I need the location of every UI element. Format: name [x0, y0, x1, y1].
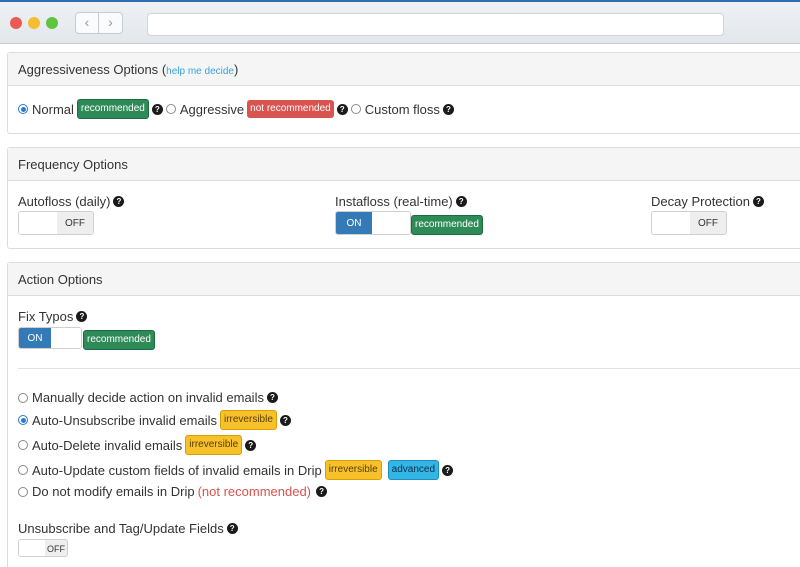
recommended-badge: recommended — [411, 215, 483, 235]
action-option-auto-update[interactable]: Auto-Update custom fields of invalid ema… — [18, 460, 454, 480]
action-option-auto-delete[interactable]: Auto-Delete invalid emails irreversible … — [18, 435, 257, 455]
irreversible-badge: irreversible — [324, 460, 382, 480]
maximize-window-button[interactable] — [46, 17, 58, 29]
toggle-off-label: OFF — [690, 212, 726, 234]
instafloss-toggle[interactable]: ON — [335, 211, 411, 235]
radio-button[interactable] — [18, 440, 28, 450]
help-icon[interactable]: ? — [151, 103, 163, 115]
panel-title: Frequency Options — [18, 157, 128, 172]
back-arrow-icon[interactable]: ‹ — [75, 12, 99, 34]
panel-title: Aggressiveness Options — [18, 62, 159, 77]
radio-button[interactable] — [18, 486, 28, 497]
toggle-on-label: ON — [19, 328, 51, 348]
action-option-do-not-modify[interactable]: Do not modify emails in Drip (not recomm… — [18, 484, 328, 499]
not-recommended-badge: not recommended — [247, 100, 334, 118]
aggressiveness-option-normal[interactable]: Normal recommended ? Aggressive not reco… — [18, 99, 454, 119]
recommended-badge: recommended — [76, 99, 149, 119]
toggle-off-label: OFF — [45, 540, 67, 556]
toggle-off-label: OFF — [57, 212, 93, 234]
help-icon[interactable]: ? — [266, 392, 278, 403]
unsubscribe-tag-label: Unsubscribe and Tag/Update Fields ? — [18, 521, 238, 536]
help-icon[interactable]: ? — [76, 311, 88, 322]
close-window-button[interactable] — [10, 17, 22, 29]
help-icon[interactable]: ? — [113, 196, 125, 207]
help-icon[interactable]: ? — [442, 103, 454, 115]
help-icon[interactable]: ? — [245, 439, 257, 451]
section-divider — [18, 368, 800, 369]
minimize-window-button[interactable] — [28, 17, 40, 29]
help-icon[interactable]: ? — [753, 196, 764, 207]
recommended-badge: recommended — [83, 330, 155, 350]
advanced-badge: advanced — [387, 460, 440, 480]
radio-button[interactable] — [18, 415, 28, 425]
radio-button[interactable] — [18, 465, 28, 475]
irreversible-badge: irreversible — [219, 410, 277, 430]
panel-title: Action Options — [18, 272, 103, 287]
not-recommended-note: (not recommended) — [197, 484, 312, 499]
help-icon[interactable]: ? — [279, 414, 291, 426]
unsubscribe-tag-toggle[interactable]: OFF — [18, 539, 68, 557]
forward-arrow-icon[interactable]: › — [99, 12, 123, 34]
instafloss-label: Instafloss (real-time) ? — [335, 194, 467, 209]
decay-protection-label: Decay Protection ? — [651, 194, 764, 209]
irreversible-badge: irreversible — [185, 435, 243, 455]
help-icon[interactable]: ? — [336, 103, 348, 115]
radio-button[interactable] — [18, 392, 28, 403]
frequency-panel-header: Frequency Options — [8, 148, 800, 181]
help-icon[interactable]: ? — [442, 464, 454, 476]
help-icon[interactable]: ? — [226, 523, 238, 534]
browser-toolbar: ‹ › — [0, 0, 800, 44]
help-icon[interactable]: ? — [455, 196, 467, 207]
decay-protection-toggle[interactable]: OFF — [651, 211, 727, 235]
radio-button[interactable] — [165, 104, 176, 114]
action-panel-header: Action Options — [8, 263, 800, 296]
action-option-auto-unsubscribe[interactable]: Auto-Unsubscribe invalid emails irrevers… — [18, 410, 291, 430]
fix-typos-toggle[interactable]: ON — [18, 327, 82, 349]
frequency-panel: Frequency Options Autofloss (daily) ? OF… — [7, 147, 800, 249]
toggle-on-label: ON — [336, 212, 372, 234]
fix-typos-label: Fix Typos ? — [18, 309, 88, 324]
radio-button[interactable] — [18, 104, 28, 114]
aggressiveness-panel: Aggressiveness Options (help me decide) … — [7, 52, 800, 134]
action-panel: Action Options Fix Typos ? ON recommende… — [7, 262, 800, 567]
action-option-manual[interactable]: Manually decide action on invalid emails… — [18, 390, 278, 405]
help-icon[interactable]: ? — [316, 486, 328, 497]
radio-button[interactable] — [350, 104, 361, 114]
autofloss-toggle[interactable]: OFF — [18, 211, 94, 235]
aggressiveness-panel-header: Aggressiveness Options (help me decide) — [8, 53, 800, 86]
help-me-decide-link[interactable]: help me decide — [166, 66, 234, 77]
autofloss-label: Autofloss (daily) ? — [18, 194, 125, 209]
address-bar[interactable] — [147, 13, 724, 36]
